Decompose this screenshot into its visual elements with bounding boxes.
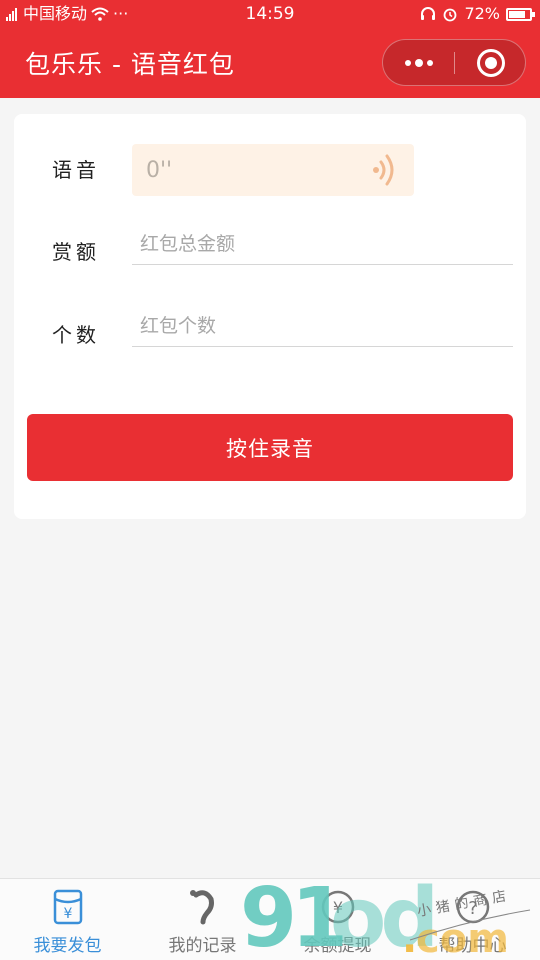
tab-label: 余额提现 <box>303 936 372 956</box>
battery-icon <box>506 7 535 21</box>
close-mini-program-icon[interactable] <box>477 49 505 77</box>
svg-text:¥: ¥ <box>332 898 342 917</box>
amount-label: 赏额 <box>52 240 100 264</box>
top-bar: 中国移动 ··· 14:59 72% 包乐乐 - 语音红包 <box>0 0 540 98</box>
battery-percent: 72% <box>464 4 500 23</box>
tab-label: 帮助中心 <box>438 936 507 956</box>
ear-icon <box>189 890 214 925</box>
more-options-icon[interactable] <box>401 40 437 85</box>
help-icon: ? <box>456 890 489 924</box>
page-title: 包乐乐 - 语音红包 <box>25 50 235 79</box>
red-envelope-icon: ¥ <box>53 889 82 925</box>
hold-to-record-button[interactable]: 按住录音 <box>27 414 513 481</box>
voice-player[interactable]: 0'' <box>132 144 414 196</box>
tab-bar: ¥ 我要发包 我的记录 ¥ 余额提现 ? 帮助中心 <box>0 878 540 960</box>
capsule-divider <box>454 52 455 74</box>
tab-withdraw[interactable]: ¥ 余额提现 <box>270 879 405 960</box>
tab-help-center[interactable]: ? 帮助中心 <box>405 879 540 960</box>
tab-label: 我的记录 <box>168 936 237 956</box>
voice-label: 语音 <box>52 158 100 182</box>
amount-field-wrap <box>132 225 513 265</box>
status-bar: 中国移动 ··· 14:59 72% <box>0 0 540 28</box>
red-packet-form: 语音 0'' 赏额 个数 按住录音 <box>14 114 526 519</box>
svg-text:¥: ¥ <box>63 906 72 922</box>
headset-icon <box>421 7 436 20</box>
alarm-icon <box>444 8 457 22</box>
tab-label: 我要发包 <box>33 936 102 956</box>
count-label: 个数 <box>52 323 100 347</box>
tab-my-records[interactable]: 我的记录 <box>135 879 270 960</box>
voice-wave-icon <box>373 154 394 186</box>
mini-program-capsule <box>382 39 526 86</box>
tab-send-packet[interactable]: ¥ 我要发包 <box>0 879 135 960</box>
count-field-wrap <box>132 307 513 347</box>
count-input[interactable] <box>132 307 513 345</box>
svg-text:?: ? <box>468 898 478 919</box>
nav-bar: 包乐乐 - 语音红包 <box>0 28 540 98</box>
amount-input[interactable] <box>132 225 513 263</box>
voice-duration: 0'' <box>146 158 173 183</box>
withdraw-icon: ¥ <box>321 890 354 924</box>
